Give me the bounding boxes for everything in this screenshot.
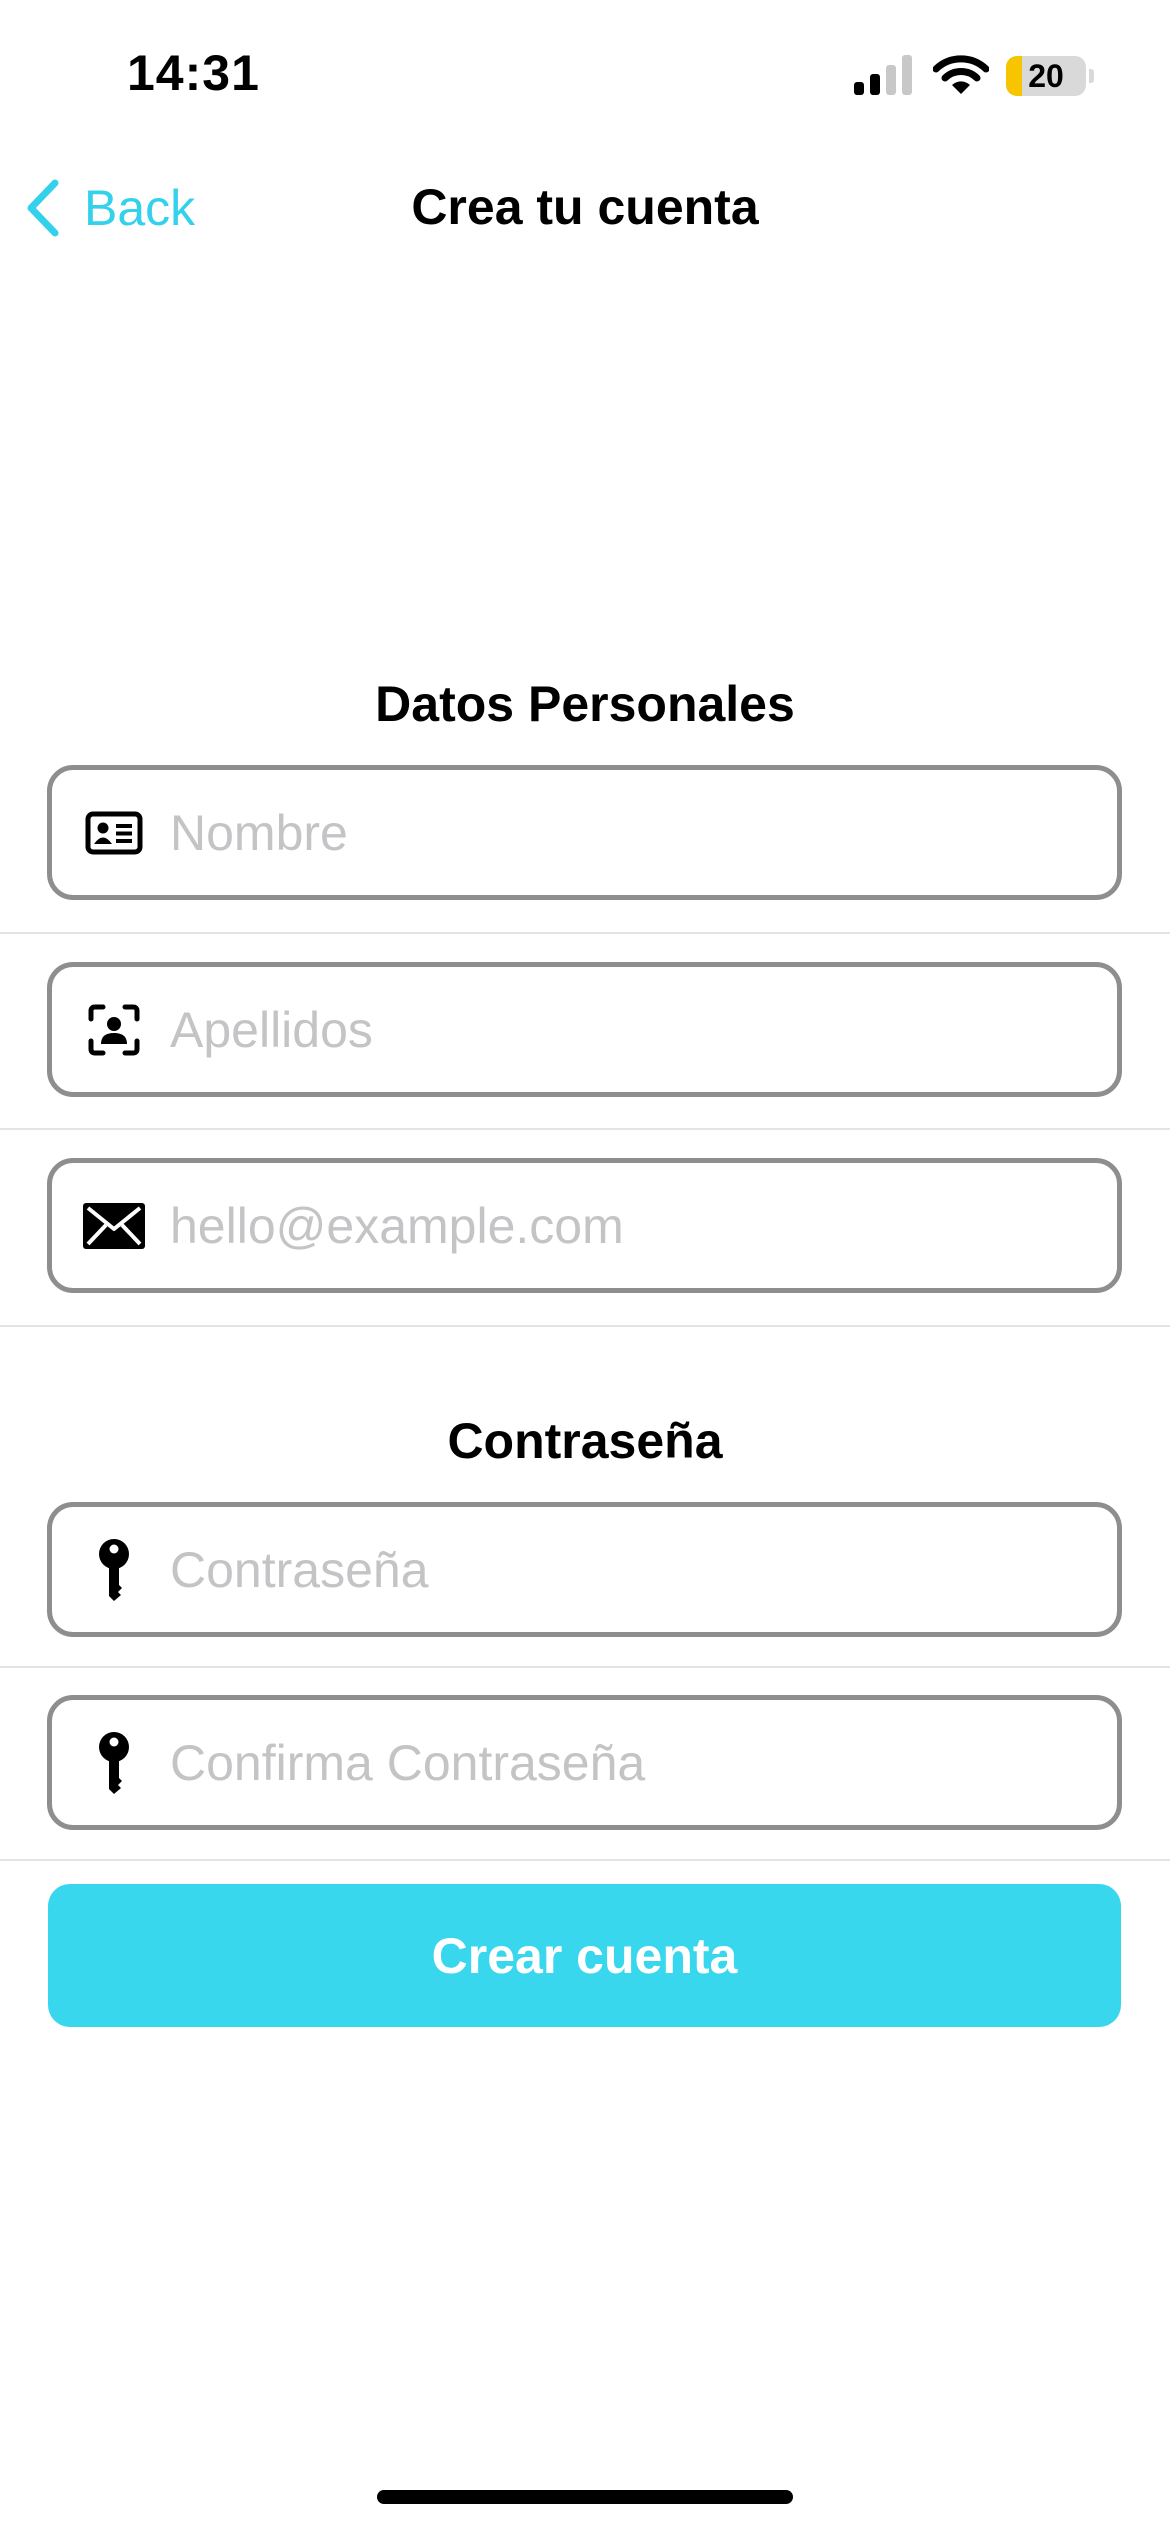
cellular-signal-icon (854, 55, 912, 95)
key-icon (82, 1538, 146, 1602)
battery-cap (1089, 69, 1094, 83)
person-viewfinder-icon (82, 998, 146, 1062)
battery-level-text: 20 (1028, 57, 1064, 94)
separator (0, 1666, 1170, 1668)
first-name-input[interactable] (170, 803, 1117, 862)
confirm-password-field[interactable] (47, 1695, 1122, 1830)
email-input[interactable] (170, 1196, 1117, 1255)
last-name-field[interactable] (47, 962, 1122, 1097)
password-field[interactable] (47, 1502, 1122, 1637)
section-title-personal-data: Datos Personales (375, 676, 795, 732)
envelope-icon (82, 1194, 146, 1258)
first-name-field[interactable] (47, 765, 1122, 900)
wifi-icon (933, 55, 989, 94)
email-field[interactable] (47, 1158, 1122, 1293)
key-icon (82, 1731, 146, 1795)
separator (0, 932, 1170, 934)
separator (0, 1325, 1170, 1327)
id-card-icon (82, 801, 146, 865)
status-time: 14:31 (127, 45, 260, 101)
separator (0, 1128, 1170, 1130)
confirm-password-input[interactable] (170, 1733, 1117, 1792)
battery-indicator: 20 (1006, 56, 1086, 96)
section-title-password: Contraseña (447, 1413, 723, 1469)
last-name-input[interactable] (170, 1000, 1117, 1059)
separator (0, 1859, 1170, 1861)
home-indicator[interactable] (377, 2490, 793, 2504)
create-account-button[interactable]: Crear cuenta (48, 1884, 1121, 2027)
page-title: Crea tu cuenta (411, 179, 759, 235)
password-input[interactable] (170, 1540, 1117, 1599)
